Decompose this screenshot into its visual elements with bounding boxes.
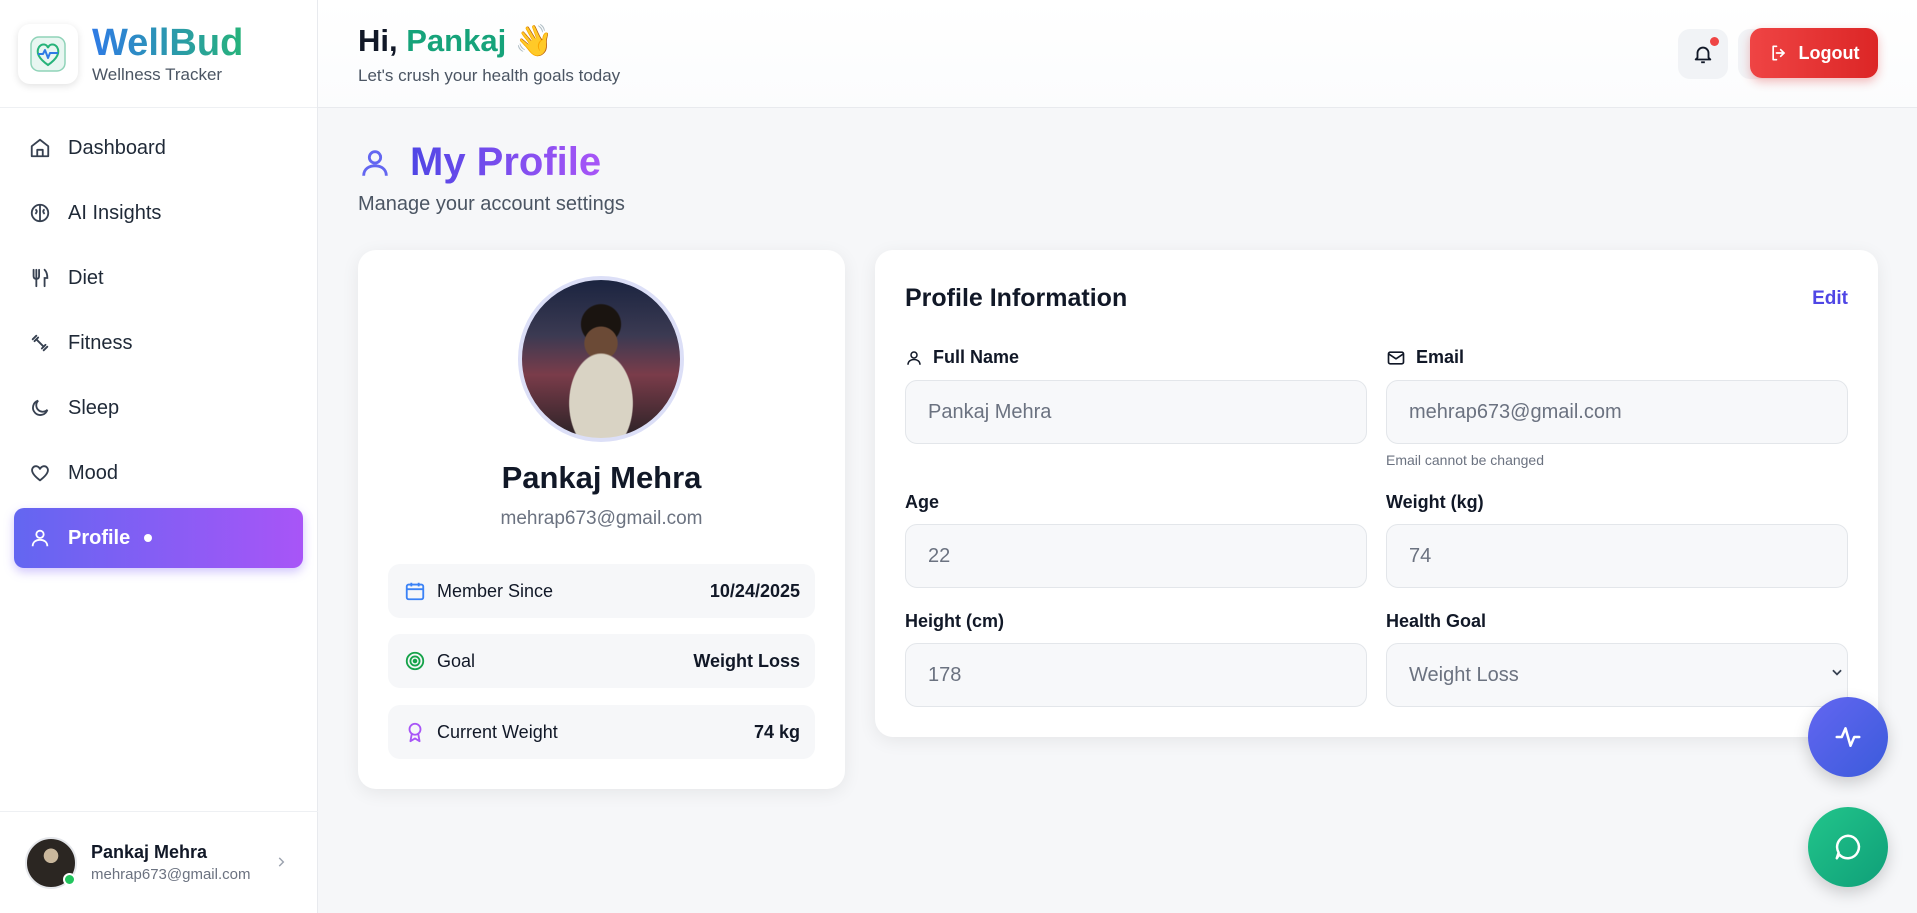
section-title: Profile Information xyxy=(905,284,1128,312)
age-label: Age xyxy=(905,492,939,513)
sidebar-item-dashboard[interactable]: Dashboard xyxy=(14,118,303,178)
activity-icon xyxy=(1835,727,1861,747)
weight-field[interactable] xyxy=(1386,524,1848,588)
moon-icon xyxy=(28,396,52,420)
home-icon xyxy=(28,136,52,160)
full-name-field[interactable] xyxy=(905,380,1367,444)
sidebar-user-profile[interactable]: Pankaj Mehra mehrap673@gmail.com xyxy=(0,811,318,913)
weight-label: Weight (kg) xyxy=(1386,492,1484,513)
greeting: Hi, Pankaj 👋 xyxy=(358,22,553,59)
chevron-right-icon xyxy=(274,852,288,875)
user-icon xyxy=(28,526,52,550)
email-hint: Email cannot be changed xyxy=(1386,452,1544,468)
sidebar-item-label: Fitness xyxy=(68,331,133,354)
user-icon xyxy=(907,350,921,365)
sidebar-item-label: Sleep xyxy=(68,396,120,419)
sidebar-item-profile[interactable]: Profile xyxy=(14,508,303,568)
target-icon xyxy=(403,649,427,673)
brand-name: WellBud xyxy=(92,21,244,64)
stat-label: Current Weight xyxy=(437,721,558,742)
sidebar-item-diet[interactable]: Diet xyxy=(14,248,303,308)
full-name-label: Full Name xyxy=(905,347,1019,368)
heart-icon xyxy=(28,461,52,485)
greeting-prefix: Hi, xyxy=(358,23,398,58)
greeting-subtitle: Let's crush your health goals today xyxy=(358,66,621,85)
profile-email: mehrap673@gmail.com xyxy=(500,508,703,529)
logout-icon xyxy=(1771,45,1785,61)
award-icon xyxy=(403,720,427,744)
sidebar-item-label: Diet xyxy=(68,266,104,289)
sidebar: WellBud Wellness Tracker Dashboard AI In… xyxy=(0,0,318,913)
profile-name: Pankaj Mehra xyxy=(501,460,702,495)
logout-button[interactable]: Logout xyxy=(1750,28,1878,78)
sidebar-item-label: AI Insights xyxy=(68,201,162,224)
brand-logo-icon[interactable] xyxy=(18,23,78,84)
notifications-button[interactable] xyxy=(1678,29,1728,79)
page-subtitle: Manage your account settings xyxy=(358,193,625,215)
health-goal-label: Health Goal xyxy=(1386,611,1486,632)
sidebar-item-fitness[interactable]: Fitness xyxy=(14,313,303,373)
email-label: Email xyxy=(1386,347,1464,368)
height-label: Height (cm) xyxy=(905,611,1004,632)
greeting-name: Pankaj xyxy=(406,23,507,58)
user-icon xyxy=(362,149,388,176)
calendar-icon xyxy=(403,579,427,603)
profile-information-card: Profile Information Edit Full Name Email… xyxy=(875,250,1878,737)
field-label: Height (cm) xyxy=(905,611,1004,631)
activity-fab-button[interactable] xyxy=(1808,697,1888,777)
email-field[interactable] xyxy=(1386,380,1848,444)
chat-fab-button[interactable] xyxy=(1808,807,1888,887)
field-label: Full Name xyxy=(933,347,1020,367)
logout-label: Logout xyxy=(1798,42,1860,63)
active-indicator-dot xyxy=(144,534,153,542)
field-label: Health Goal xyxy=(1386,611,1487,631)
stat-label: Goal xyxy=(437,650,476,671)
stat-goal: Goal Weight Loss xyxy=(388,634,815,688)
health-goal-select[interactable]: Weight Loss xyxy=(1386,643,1848,707)
dumbbell-icon xyxy=(28,331,52,355)
top-header: Hi, Pankaj 👋 Let's crush your health goa… xyxy=(318,0,1917,108)
user-name: Pankaj Mehra xyxy=(91,842,208,862)
edit-button[interactable]: Edit xyxy=(1812,288,1848,310)
mail-icon xyxy=(1387,350,1405,365)
stat-member-since: Member Since 10/24/2025 xyxy=(388,564,815,618)
chevron-down-icon xyxy=(1830,665,1844,682)
field-label: Weight (kg) xyxy=(1386,492,1484,512)
stat-value: 10/24/2025 xyxy=(709,580,800,601)
brand: WellBud Wellness Tracker xyxy=(0,0,317,108)
user-email: mehrap673@gmail.com xyxy=(91,866,251,883)
utensils-icon xyxy=(28,266,52,290)
sidebar-item-label: Mood xyxy=(68,461,119,484)
profile-summary-card: Pankaj Mehra mehrap673@gmail.com Member … xyxy=(358,250,845,789)
stat-value: Weight Loss xyxy=(693,650,800,671)
sidebar-item-sleep[interactable]: Sleep xyxy=(14,378,303,438)
sidebar-item-label: Profile xyxy=(68,526,131,549)
notification-badge xyxy=(1710,37,1719,46)
profile-avatar xyxy=(518,276,684,442)
waving-hand-icon: 👋 xyxy=(514,23,554,58)
brain-icon xyxy=(28,201,52,225)
bell-icon xyxy=(1694,46,1712,64)
stat-label: Member Since xyxy=(437,580,554,601)
page-title: My Profile xyxy=(358,140,601,185)
sidebar-nav: Dashboard AI Insights Diet Fitness Sleep xyxy=(0,118,317,568)
age-field[interactable] xyxy=(905,524,1367,588)
avatar xyxy=(25,836,77,889)
stat-current-weight: Current Weight 74 kg xyxy=(388,705,815,759)
sidebar-item-label: Dashboard xyxy=(68,136,166,159)
chat-icon xyxy=(1835,834,1861,860)
online-status-dot xyxy=(63,872,76,886)
brand-subtitle: Wellness Tracker xyxy=(92,64,223,84)
field-label: Age xyxy=(905,492,940,512)
sidebar-item-mood[interactable]: Mood xyxy=(14,443,303,503)
sidebar-item-ai-insights[interactable]: AI Insights xyxy=(14,183,303,243)
page-heading: My Profile xyxy=(410,140,602,184)
height-field[interactable] xyxy=(905,643,1367,707)
field-label: Email xyxy=(1416,347,1465,367)
stat-value: 74 kg xyxy=(753,721,800,742)
